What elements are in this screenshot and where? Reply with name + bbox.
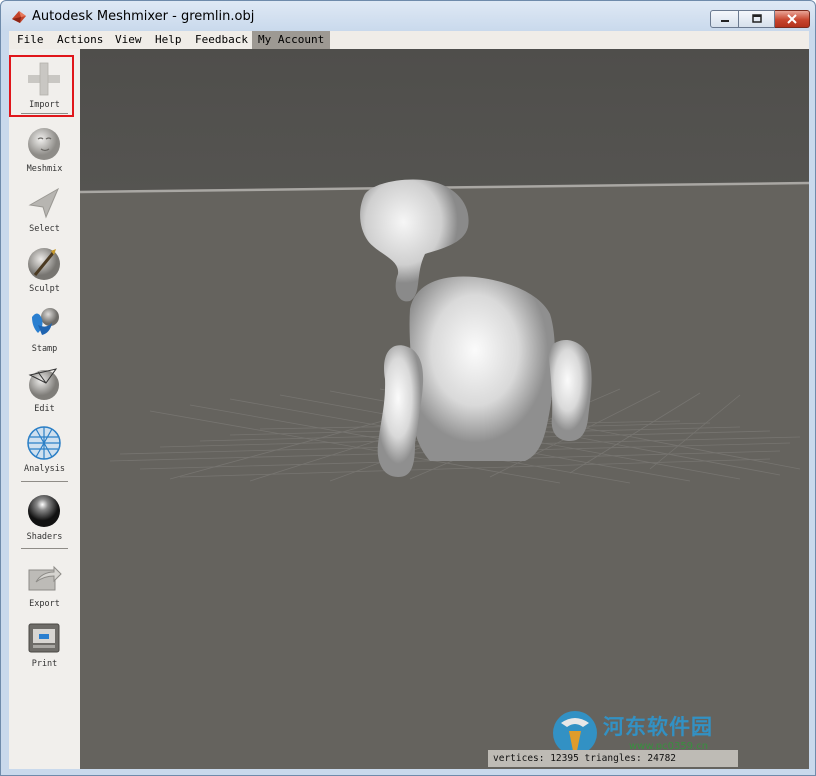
tool-print-label: Print <box>31 659 58 669</box>
menu-feedback[interactable]: Feedback <box>195 31 248 49</box>
maximize-button[interactable] <box>739 10 775 28</box>
minimize-button[interactable] <box>710 10 739 28</box>
3d-viewport[interactable] <box>80 49 809 769</box>
app-window: Autodesk Meshmixer - gremlin.obj File Ac… <box>0 0 816 776</box>
tool-stamp-label: Stamp <box>31 344 58 354</box>
tool-sculpt-label: Sculpt <box>29 284 60 294</box>
toolbar-divider <box>21 548 68 549</box>
close-icon <box>787 14 797 24</box>
tool-edit-label: Edit <box>34 404 55 414</box>
mesh-stats-status: vertices: 12395 triangles: 24782 <box>488 750 738 767</box>
close-button[interactable] <box>775 10 810 28</box>
toolbar-divider <box>21 113 68 114</box>
sky-background <box>80 49 809 192</box>
client-area: Import Meshmix Select Sculpt Stamp Edit … <box>9 49 809 769</box>
menu-help[interactable]: Help <box>155 31 182 49</box>
analysis-sphere-icon <box>27 426 61 460</box>
printer-icon <box>28 623 60 653</box>
tool-meshmix-label: Meshmix <box>26 164 63 174</box>
minimize-icon <box>720 20 729 22</box>
plus-icon <box>28 62 60 96</box>
tool-export-label: Export <box>29 599 60 609</box>
select-arrow-icon <box>28 187 60 219</box>
meshmix-ball-icon <box>28 128 60 160</box>
edit-mesh-icon <box>28 368 59 400</box>
meshmixer-logo-icon <box>12 11 26 23</box>
menu-file[interactable]: File <box>17 31 44 49</box>
window-title: Autodesk Meshmixer - gremlin.obj <box>32 9 255 24</box>
title-bar[interactable]: Autodesk Meshmixer - gremlin.obj <box>1 1 815 31</box>
menu-bar: File Actions View Help Feedback My Accou… <box>9 31 809 49</box>
export-folder-icon <box>28 565 62 591</box>
tool-select-label: Select <box>29 224 60 234</box>
tool-shaders-label: Shaders <box>26 532 63 542</box>
sculpt-brush-icon <box>28 248 60 280</box>
ground-plane <box>80 183 809 769</box>
tool-analysis-label: Analysis <box>24 464 65 474</box>
toolbar-divider <box>21 481 68 482</box>
maximize-icon <box>751 14 762 23</box>
menu-actions[interactable]: Actions <box>57 31 103 49</box>
menu-view[interactable]: View <box>115 31 142 49</box>
tool-import-label: Import <box>29 100 60 110</box>
stamp-icon <box>32 308 59 335</box>
watermark-text: 河东软件园 <box>603 715 713 739</box>
left-toolbar: Import Meshmix Select Sculpt Stamp Edit … <box>9 49 81 769</box>
menu-my-account[interactable]: My Account <box>252 31 331 49</box>
shader-sphere-icon <box>28 495 60 527</box>
